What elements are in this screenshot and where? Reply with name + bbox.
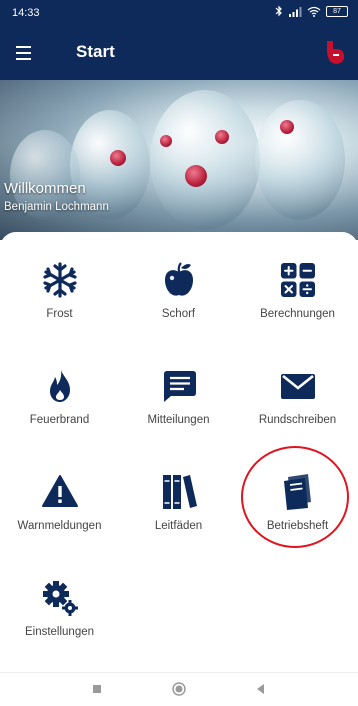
tile-feuerbrand[interactable]: Feuerbrand xyxy=(0,366,119,466)
status-icons: 87 xyxy=(275,5,348,17)
app-bar: Start xyxy=(0,26,358,80)
wifi-icon xyxy=(307,6,321,17)
tile-frost[interactable]: Frost xyxy=(0,260,119,360)
status-bar: 14:33 87 xyxy=(0,0,358,26)
highlight-circle xyxy=(241,446,349,548)
tile-label: Feuerbrand xyxy=(29,414,90,426)
blossom-bud xyxy=(280,120,294,134)
tile-leitfaeden[interactable]: Leitfäden xyxy=(119,472,238,572)
bluetooth-icon xyxy=(275,5,282,17)
hero-banner-image: Willkommen Benjamin Lochmann xyxy=(0,80,358,240)
books-icon xyxy=(162,475,197,509)
battery-level: 87 xyxy=(333,7,341,15)
calculator-icon xyxy=(280,263,315,297)
tile-label: Leitfäden xyxy=(154,520,203,532)
apple-icon xyxy=(164,262,193,296)
page-title: Start xyxy=(76,42,115,61)
tile-warnmeldungen[interactable]: Warnmeldungen xyxy=(0,472,119,572)
gears-icon xyxy=(42,581,78,616)
blossom-bud xyxy=(110,150,126,166)
tile-label: Frost xyxy=(46,308,73,320)
signal-icon xyxy=(289,6,302,17)
envelope-icon xyxy=(280,374,315,399)
tile-label: Warnmeldungen xyxy=(17,520,102,532)
blossom-bud xyxy=(160,135,172,147)
tile-berechnungen[interactable]: Berechnungen xyxy=(238,260,357,360)
ice-blob xyxy=(255,100,345,220)
battery-icon: 87 xyxy=(326,5,348,17)
brand-logo-icon xyxy=(327,41,345,64)
tile-einstellungen[interactable]: Einstellungen xyxy=(0,578,119,678)
snowflake-icon xyxy=(42,262,77,298)
system-nav-bar xyxy=(0,672,358,706)
warning-icon xyxy=(41,475,78,507)
ice-blob xyxy=(150,90,260,230)
back-button-icon[interactable] xyxy=(253,681,269,697)
blossom-bud xyxy=(215,130,229,144)
tile-label: Rundschreiben xyxy=(258,414,337,426)
tile-label: Berechnungen xyxy=(260,308,335,320)
tile-label: Schorf xyxy=(161,308,196,320)
tile-mitteilungen[interactable]: Mitteilungen xyxy=(119,366,238,466)
tile-label: Mitteilungen xyxy=(147,414,210,426)
welcome-heading: Willkommen xyxy=(4,180,86,197)
user-name: Benjamin Lochmann xyxy=(4,201,109,213)
message-icon xyxy=(163,371,196,402)
recents-button-icon[interactable] xyxy=(89,681,105,697)
status-time: 14:33 xyxy=(12,7,40,19)
tile-label: Einstellungen xyxy=(24,626,95,638)
menu-icon[interactable] xyxy=(14,41,38,65)
home-button-icon[interactable] xyxy=(171,681,187,697)
flame-icon xyxy=(49,369,70,402)
blossom-bud xyxy=(185,165,207,187)
tile-schorf[interactable]: Schorf xyxy=(119,260,238,360)
